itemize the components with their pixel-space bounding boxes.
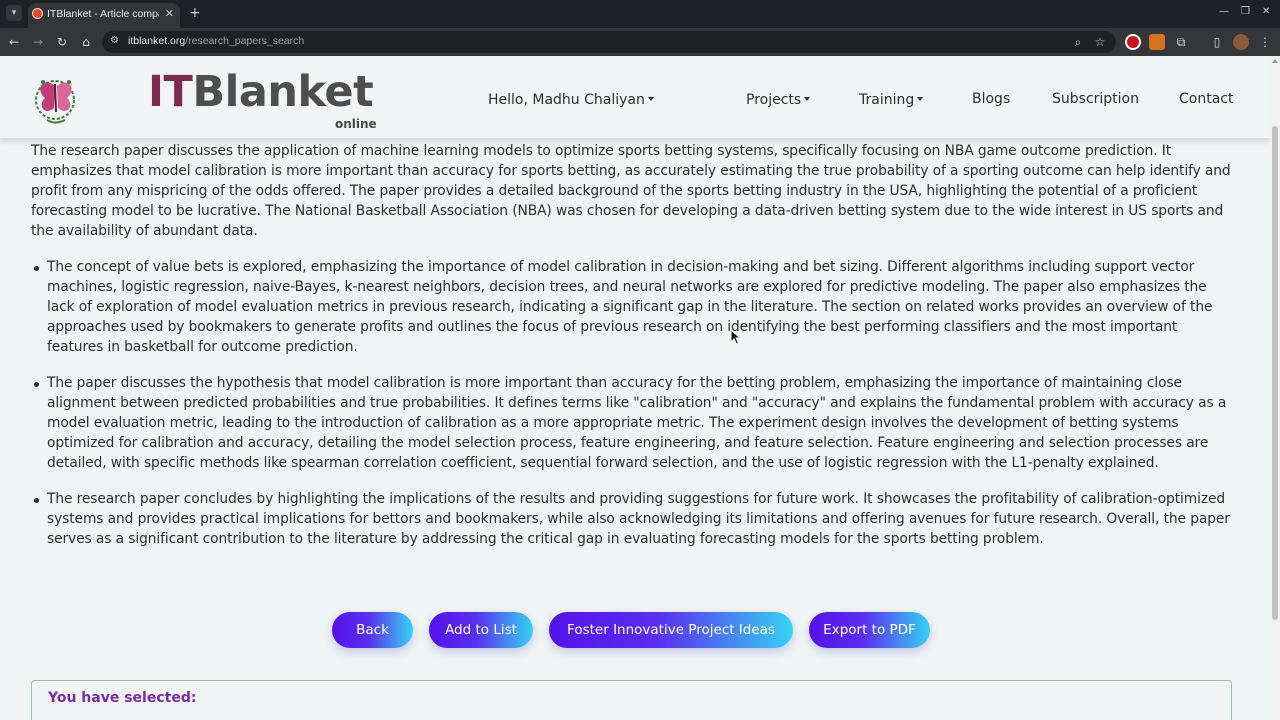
selected-items-panel: You have selected: bbox=[31, 680, 1232, 720]
nav-blogs[interactable]: Blogs bbox=[972, 91, 1010, 107]
browser-tabstrip: ▾ ITBlanket - Article compa ✕ + — ❐ ✕ bbox=[0, 0, 1280, 28]
site-info-tune-icon[interactable]: ⚙ bbox=[110, 35, 119, 46]
reload-icon[interactable]: ↻ bbox=[54, 34, 70, 50]
address-bar[interactable]: ⚙ itblanket.org/research_papers_search ⌕… bbox=[102, 31, 1116, 53]
foster-project-ideas-button[interactable]: Foster Innovative Project Ideas bbox=[549, 612, 793, 648]
nav-subscription[interactable]: Subscription bbox=[1052, 91, 1139, 107]
scrollbar-thumb[interactable] bbox=[1272, 126, 1278, 620]
nav-contact[interactable]: Contact bbox=[1179, 91, 1233, 107]
add-to-list-button[interactable]: Add to List bbox=[429, 612, 533, 648]
scroll-up-arrow-icon[interactable] bbox=[1272, 59, 1278, 63]
brand-wordmark[interactable]: ITBlanket bbox=[148, 66, 374, 118]
extension-opera-icon[interactable] bbox=[1125, 34, 1141, 50]
page-scrollbar[interactable] bbox=[1270, 56, 1280, 720]
list-item: The research paper concludes by highligh… bbox=[31, 489, 1231, 549]
nav-projects-dropdown[interactable]: Projects bbox=[746, 92, 811, 108]
tab-close-icon[interactable]: ✕ bbox=[165, 7, 174, 20]
caret-down-icon bbox=[647, 97, 654, 101]
tab-search-chevron-down-icon[interactable]: ▾ bbox=[6, 5, 22, 21]
page-viewport: ITBlanket online Hello, Madhu Chaliyan P… bbox=[0, 56, 1270, 720]
user-greeting-dropdown[interactable]: Hello, Madhu Chaliyan bbox=[488, 92, 654, 108]
summary-paragraph: The research paper discusses the applica… bbox=[31, 143, 1231, 239]
home-icon[interactable]: ⌂ bbox=[78, 34, 94, 50]
nav-training-dropdown[interactable]: Training bbox=[859, 92, 924, 108]
browser-toolbar: ← → ↻ ⌂ ⚙ itblanket.org/research_papers_… bbox=[0, 28, 1280, 56]
extension-fox-icon[interactable] bbox=[1149, 34, 1165, 50]
minimize-icon[interactable]: — bbox=[1219, 6, 1229, 17]
list-item: The concept of value bets is explored, e… bbox=[31, 257, 1231, 357]
article-summary: The research paper discusses the applica… bbox=[31, 141, 1231, 565]
side-panel-icon[interactable]: ▯ bbox=[1209, 34, 1225, 50]
site-favicon-icon bbox=[32, 8, 43, 19]
butterfly-logo-icon[interactable] bbox=[33, 68, 79, 130]
window-close-icon[interactable]: ✕ bbox=[1262, 6, 1270, 17]
mouse-pointer-icon bbox=[730, 329, 742, 345]
kebab-menu-icon[interactable]: ⋮ bbox=[1257, 34, 1273, 50]
site-navbar: ITBlanket online Hello, Madhu Chaliyan P… bbox=[0, 56, 1270, 138]
tab-title: ITBlanket - Article compa bbox=[47, 8, 159, 20]
caret-down-icon bbox=[917, 97, 924, 101]
bookmark-star-icon[interactable]: ☆ bbox=[1092, 34, 1108, 50]
new-tab-plus-icon[interactable]: + bbox=[189, 5, 201, 21]
back-button[interactable]: Back bbox=[332, 612, 413, 648]
selected-heading: You have selected: bbox=[48, 690, 197, 706]
url-text: itblanket.org/research_papers_search bbox=[128, 35, 305, 47]
forward-arrow-icon[interactable]: → bbox=[30, 34, 46, 50]
back-arrow-icon[interactable]: ← bbox=[6, 34, 22, 50]
list-item: The paper discusses the hypothesis that … bbox=[31, 373, 1231, 473]
zoom-icon[interactable]: ⌕ bbox=[1070, 34, 1086, 50]
caret-down-icon bbox=[804, 97, 811, 101]
profile-avatar[interactable] bbox=[1233, 34, 1249, 50]
brand-subtitle: online bbox=[335, 117, 377, 131]
summary-points: The concept of value bets is explored, e… bbox=[31, 257, 1231, 549]
extensions-puzzle-icon[interactable]: ⧉ bbox=[1173, 34, 1189, 50]
browser-tab[interactable]: ITBlanket - Article compa ✕ bbox=[28, 3, 180, 28]
restore-icon[interactable]: ❐ bbox=[1241, 6, 1250, 17]
export-pdf-button[interactable]: Export to PDF bbox=[809, 612, 930, 648]
